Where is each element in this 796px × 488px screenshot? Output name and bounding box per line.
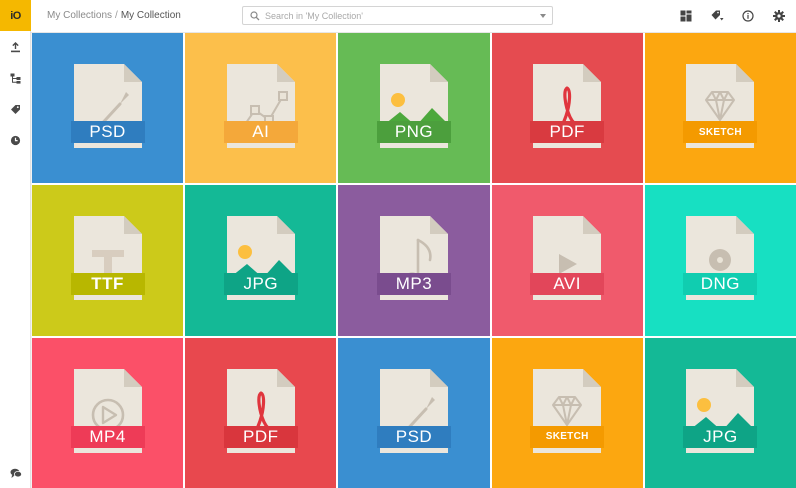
file-tile-pdf[interactable]: PDF	[491, 33, 643, 184]
file-tile-psd[interactable]: PSD	[338, 337, 490, 488]
hierarchy-button[interactable]	[8, 71, 23, 86]
chevron-down-icon[interactable]	[540, 14, 546, 18]
file-type-label: SKETCH	[530, 425, 605, 448]
file-type-label: PSD	[70, 121, 145, 144]
info-icon	[742, 10, 754, 22]
tags-button[interactable]	[8, 102, 23, 117]
chat-icon	[10, 468, 22, 478]
file-type-label: MP3	[376, 273, 451, 296]
disc-icon	[709, 249, 732, 272]
file-grid: PSD AI PNG PDF SKETCH TTF JPG MP3 AVI DNG MP4 PDF PS…	[32, 33, 796, 488]
file-tile-psd[interactable]: PSD	[32, 33, 184, 184]
file-type-label: PNG	[376, 121, 451, 144]
recent-button[interactable]	[8, 133, 23, 148]
grid-layout-icon	[680, 10, 692, 22]
gear-icon	[773, 10, 785, 22]
breadcrumb-my-collection: My Collection	[120, 10, 181, 21]
filter-button[interactable]	[710, 9, 724, 23]
file-tile-ai[interactable]: AI	[185, 33, 337, 184]
hierarchy-icon	[10, 73, 21, 84]
upload-button[interactable]	[8, 40, 23, 55]
file-type-label: PDF	[530, 121, 605, 144]
file-tile-mp3[interactable]: MP3	[338, 185, 490, 336]
settings-button[interactable]	[772, 9, 786, 23]
file-type-label: SKETCH	[683, 121, 758, 144]
breadcrumb: My Collections / My Collection	[47, 10, 181, 21]
file-tile-jpg[interactable]: JPG	[644, 337, 796, 488]
breadcrumb-separator: /	[115, 10, 118, 21]
file-tile-avi[interactable]: AVI	[491, 185, 643, 336]
info-button[interactable]	[741, 9, 755, 23]
breadcrumb-my-collections[interactable]: My Collections	[47, 10, 112, 21]
file-tile-mp4[interactable]: MP4	[32, 337, 184, 488]
file-type-label: DNG	[683, 273, 758, 296]
file-tile-jpg[interactable]: JPG	[185, 185, 337, 336]
tag-icon	[11, 105, 20, 114]
file-tile-dng[interactable]: DNG	[644, 185, 796, 336]
file-tile-sketch[interactable]: SKETCH	[491, 337, 643, 488]
file-type-label: AI	[223, 121, 298, 144]
logo-text: iO	[10, 9, 21, 22]
upload-icon	[11, 42, 20, 53]
file-type-label: JPG	[683, 425, 758, 448]
chat-button[interactable]	[8, 466, 23, 481]
clock-icon	[10, 135, 21, 146]
search-input[interactable]	[265, 9, 525, 22]
app-logo[interactable]: iO	[0, 0, 31, 31]
file-tile-sketch[interactable]: SKETCH	[644, 33, 796, 184]
file-tile-ttf[interactable]: TTF	[32, 185, 184, 336]
tag-filter-icon	[711, 10, 723, 21]
file-type-label: MP4	[70, 425, 145, 448]
file-type-label: TTF	[70, 273, 145, 296]
file-type-label: AVI	[530, 273, 605, 296]
file-type-label: JPG	[223, 273, 298, 296]
search-box[interactable]	[242, 6, 553, 25]
header: My Collections / My Collection	[31, 0, 796, 33]
file-type-label: PDF	[223, 425, 298, 448]
sidebar: iO	[0, 0, 31, 488]
file-type-label: PSD	[376, 425, 451, 448]
app-window: iO My Collections / My Collection Search…	[0, 0, 796, 488]
layout-button[interactable]	[679, 9, 693, 23]
file-tile-pdf[interactable]: PDF	[185, 337, 337, 488]
search-icon	[250, 11, 260, 21]
file-tile-png[interactable]: PNG	[338, 33, 490, 184]
